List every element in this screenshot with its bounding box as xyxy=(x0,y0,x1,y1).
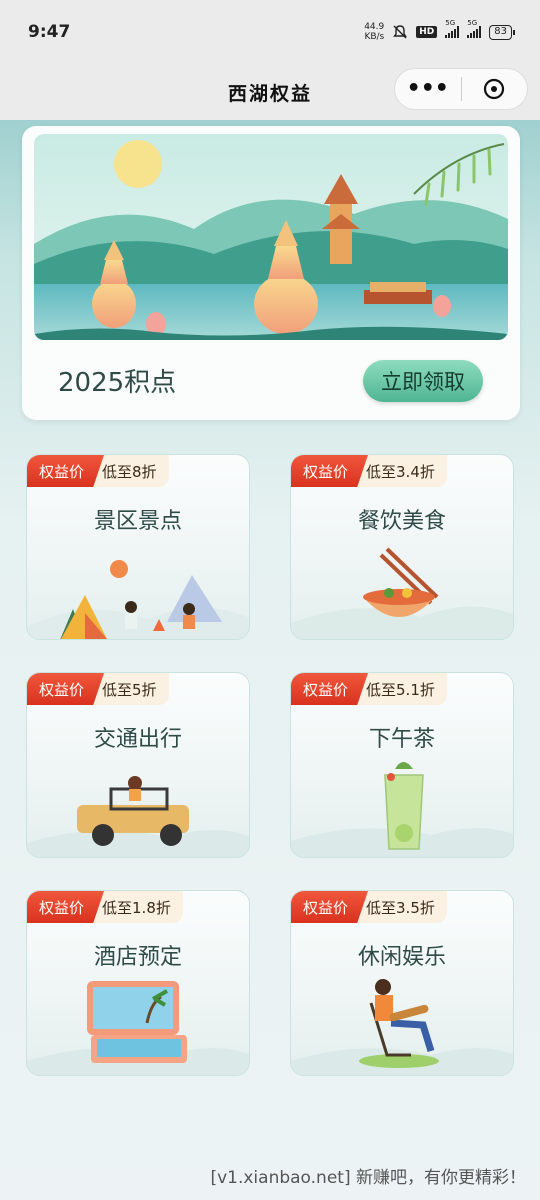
tag-label: 权益价 xyxy=(27,455,105,487)
discount-label: 低至8折 xyxy=(92,455,169,487)
tag-label: 权益价 xyxy=(291,673,369,705)
tag-label: 权益价 xyxy=(291,891,369,923)
mini-program-capsule: ••• xyxy=(394,68,528,110)
price-tag: 权益价 低至3.5折 xyxy=(291,891,447,923)
drink-glass-illustration-icon xyxy=(291,762,513,857)
signal-icon: 5G xyxy=(445,19,460,38)
signal-icon-2: 5G xyxy=(467,19,482,38)
points-banner-card: 2025积点 立即领取 xyxy=(22,126,520,420)
category-card-leisure[interactable]: 权益价 低至3.5折 休闲娱乐 xyxy=(290,890,514,1076)
price-tag: 权益价 低至5折 xyxy=(27,673,169,705)
net-speed: 44.9 KB/s xyxy=(364,22,384,42)
category-card-hotel[interactable]: 权益价 低至1.8折 酒店预定 xyxy=(26,890,250,1076)
price-tag: 权益价 低至1.8折 xyxy=(27,891,183,923)
nav-bar: 西湖权益 ••• xyxy=(0,64,540,120)
jeep-illustration-icon xyxy=(27,776,249,857)
tag-label: 权益价 xyxy=(27,673,105,705)
mute-bell-icon xyxy=(393,25,408,39)
close-button[interactable] xyxy=(462,78,528,100)
category-card-transport[interactable]: 权益价 低至5折 交通出行 xyxy=(26,672,250,858)
status-time: 9:47 xyxy=(28,22,71,42)
camping-illustration-icon xyxy=(27,560,249,639)
status-icons: 44.9 KB/s HD 5G 5G 83 xyxy=(364,19,515,42)
price-tag: 权益价 低至3.4折 xyxy=(291,455,447,487)
discount-label: 低至3.4折 xyxy=(356,455,447,487)
status-bar: 9:47 44.9 KB/s HD 5G 5G 83 xyxy=(0,0,540,64)
category-card-food[interactable]: 权益价 低至3.4折 餐饮美食 xyxy=(290,454,514,640)
claim-now-button[interactable]: 立即领取 xyxy=(363,360,483,402)
net-speed-unit: KB/s xyxy=(364,32,385,42)
close-circle-icon xyxy=(484,78,505,100)
page-title: 西湖权益 xyxy=(227,82,312,105)
suitcase-illustration-icon xyxy=(27,981,249,1075)
net-speed-value: 44.9 xyxy=(364,22,385,32)
hd-badge: HD xyxy=(416,26,438,38)
price-tag: 权益价 低至5.1折 xyxy=(291,673,447,705)
west-lake-illustration xyxy=(34,134,508,340)
discount-label: 低至1.8折 xyxy=(92,891,183,923)
guitar-chair-illustration-icon xyxy=(291,979,513,1075)
price-tag: 权益价 低至8折 xyxy=(27,455,169,487)
category-card-scenic[interactable]: 权益价 低至8折 景区景点 xyxy=(26,454,250,640)
watermark-text: [v1.xianbao.net] 新赚吧，有你更精彩！ xyxy=(210,1168,526,1188)
discount-label: 低至3.5折 xyxy=(356,891,447,923)
tag-label: 权益价 xyxy=(291,455,369,487)
more-button[interactable]: ••• xyxy=(395,78,461,100)
noodle-bowl-illustration-icon xyxy=(291,547,513,639)
category-card-afternoon-tea[interactable]: 权益价 低至5.1折 下午茶 xyxy=(290,672,514,858)
discount-label: 低至5.1折 xyxy=(356,673,447,705)
tag-label: 权益价 xyxy=(27,891,105,923)
discount-label: 低至5折 xyxy=(92,673,169,705)
points-balance: 2025积点 xyxy=(58,368,177,398)
battery-icon: 83 xyxy=(489,24,515,40)
